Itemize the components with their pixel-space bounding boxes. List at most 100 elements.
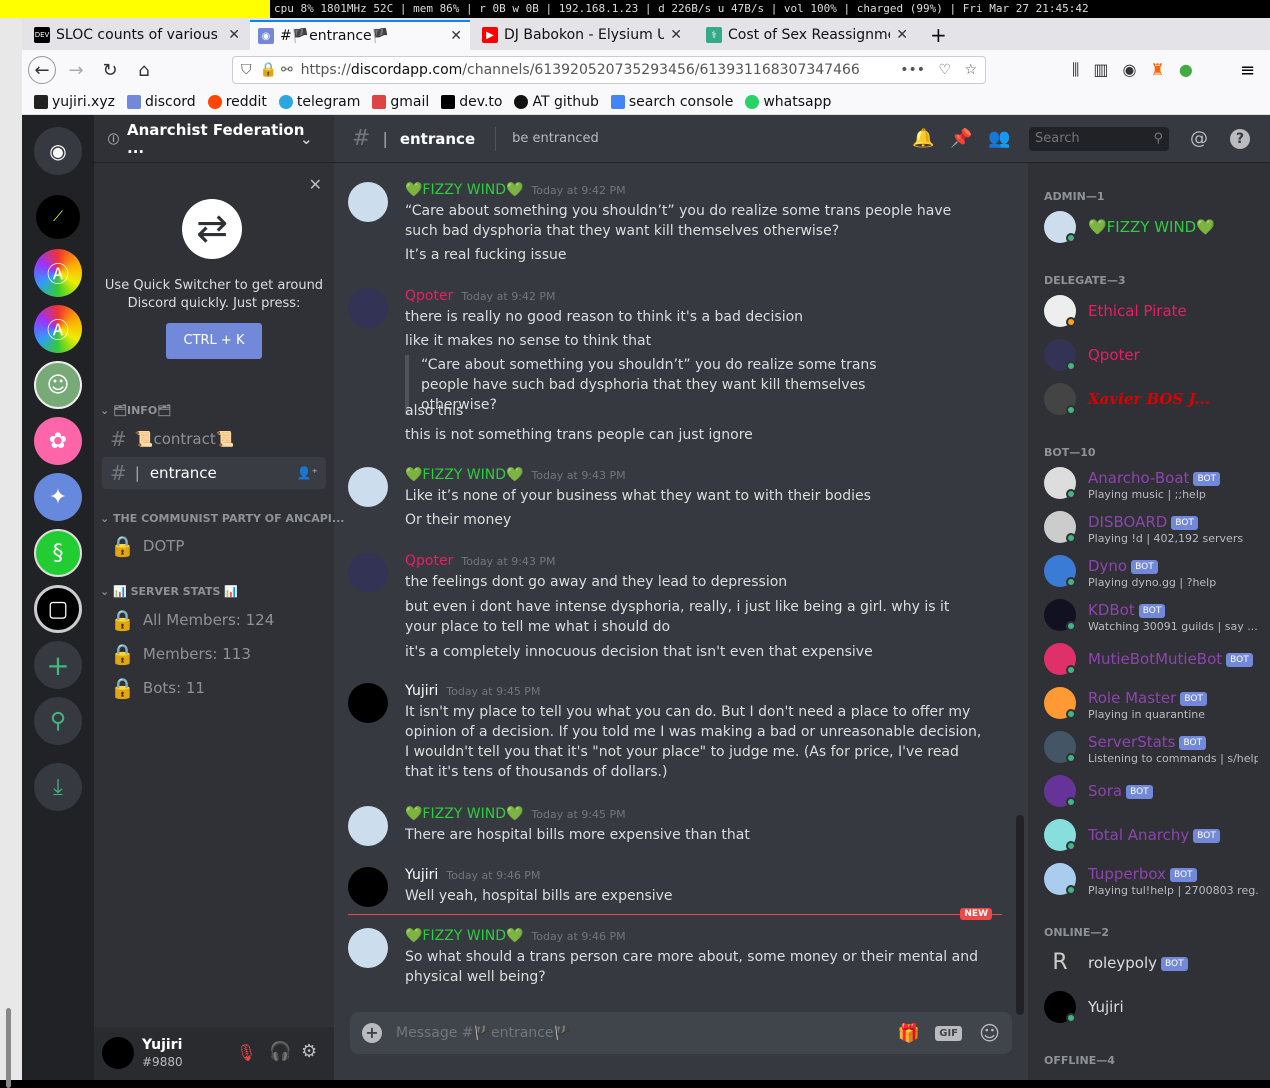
scroll-thumb[interactable] (6, 1008, 11, 1088)
channel-contract[interactable]: # 📜contract📜 (102, 423, 326, 455)
channel-all-members[interactable]: 🔒 All Members: 124 (102, 604, 326, 636)
author-name[interactable]: Qpoter (405, 553, 453, 569)
server-icon-s[interactable]: § (34, 529, 82, 577)
member-ethical-pirate[interactable]: Ethical Pirate (1044, 291, 1270, 331)
ctrl-k-button[interactable]: CTRL + K (166, 323, 262, 359)
message-input[interactable]: + Message #🏴entrance🏴 🎁 GIF ☺ (350, 1012, 1012, 1054)
emoji-icon[interactable]: ☺ (979, 1021, 1000, 1045)
member-yujiri[interactable]: Yujiri (1044, 987, 1270, 1027)
member-bot[interactable]: Total Anarchy BOT (1044, 815, 1270, 855)
forward-button[interactable]: → (62, 56, 90, 84)
server-icon-modification[interactable]: ✦ (34, 473, 82, 521)
channel-bots[interactable]: 🔒 Bots: 11 (102, 672, 326, 704)
server-icon-anarchy2[interactable]: Ⓐ (34, 305, 82, 353)
back-button[interactable]: ← (28, 56, 56, 84)
server-icon-dragon[interactable]: ☺ (34, 361, 82, 409)
avatar[interactable] (348, 806, 388, 846)
bookmark-whatsapp[interactable]: whatsapp (745, 94, 831, 110)
pin-icon[interactable]: 📌 (950, 128, 972, 149)
avatar[interactable] (348, 288, 388, 328)
server-icon-pink[interactable]: ✿ (34, 417, 82, 465)
account-icon[interactable]: ◉ (1123, 60, 1137, 80)
url-bar[interactable]: ⛉ 🔒 ⚯ https://discordapp.com/channels/61… (232, 56, 986, 84)
reload-button[interactable]: ↻ (96, 56, 124, 84)
bookmark-yujiri[interactable]: yujiri.xyz (34, 94, 115, 110)
bookmark-reddit[interactable]: reddit (207, 94, 267, 110)
mute-icon[interactable]: 🎙 (236, 1043, 256, 1062)
chat-scrollbar[interactable] (1016, 815, 1024, 1015)
avatar[interactable] (348, 867, 388, 907)
sidebar-icon[interactable]: ▥ (1093, 60, 1108, 80)
close-icon[interactable]: ✕ (450, 28, 462, 44)
bookmark-discord[interactable]: discord (126, 94, 196, 110)
author-name[interactable]: Yujiri (405, 867, 438, 883)
extension2-icon[interactable]: ● (1179, 60, 1193, 80)
member-bot[interactable]: MutieBotMutieBot BOT (1044, 639, 1270, 679)
bookmark-devto[interactable]: dev.to (441, 94, 502, 110)
add-server-icon[interactable]: + (34, 641, 82, 689)
download-icon[interactable]: ⤓ (34, 763, 82, 811)
server-icon-square[interactable]: ▢ (34, 585, 82, 633)
member-bot[interactable]: Dyno BOT Playing dyno.gg | ?help (1044, 551, 1270, 591)
member-bot[interactable]: Tupperbox BOT Playing tul!help | 2700803 r… (1044, 859, 1270, 899)
pocket-icon[interactable]: ♡ (938, 62, 951, 78)
member-bot[interactable]: KDBot BOT Watching 30091 guilds | say ... (1044, 595, 1270, 635)
search-icon[interactable]: ⚲ (34, 697, 82, 745)
author-name[interactable]: Yujiri (405, 683, 438, 699)
avatar[interactable] (102, 1037, 134, 1069)
close-icon[interactable]: ✕ (896, 27, 908, 43)
author-name[interactable]: 💚FIZZY WIND💚 (405, 182, 523, 198)
member-fizzy[interactable]: 💚FIZZY WIND💚 (1044, 207, 1270, 247)
member-bot[interactable]: DISBOARD BOT Playing !d | 402,192 servers (1044, 507, 1270, 547)
library-icon[interactable]: ⫼ (1072, 60, 1079, 80)
server-header[interactable]: ⓘ Anarchist Federation ... ⌄ (94, 115, 334, 163)
category-stats[interactable]: ⌄ 📊 SERVER STATS 📊 (100, 585, 238, 598)
bell-icon[interactable]: 🔔 (912, 128, 934, 149)
new-tab-button[interactable]: + (922, 20, 954, 50)
category-communist[interactable]: ⌄ THE COMMUNIST PARTY OF ANCAPI... (100, 512, 344, 525)
channel-dotp[interactable]: 🔒 DOTP (102, 530, 326, 562)
mention-icon[interactable]: @ (1190, 128, 1208, 149)
search-input[interactable]: Search ⚲ (1029, 127, 1169, 151)
help-icon[interactable]: ? (1230, 128, 1250, 149)
author-name[interactable]: Qpoter (405, 288, 453, 304)
avatar[interactable] (348, 467, 388, 507)
category-info[interactable]: ⌄ 🗂INFO🗂 (100, 404, 171, 417)
headphones-icon[interactable]: 🎧 (269, 1041, 291, 1062)
bookmark-search-console[interactable]: search console (610, 94, 733, 110)
avatar[interactable] (348, 553, 388, 593)
member-bot[interactable]: Role Master BOT Playing in quarantine (1044, 683, 1270, 723)
gif-icon[interactable]: GIF (935, 1025, 962, 1041)
discord-home-icon[interactable]: ◉ (34, 127, 82, 175)
server-icon-yujiri[interactable]: ⟋ (34, 193, 82, 241)
bookmark-gmail[interactable]: gmail (372, 94, 429, 110)
upload-icon[interactable]: + (362, 1023, 382, 1043)
extension-icon[interactable]: ♜ (1150, 60, 1164, 80)
member-bot[interactable]: Anarcho-Boat BOT Playing music | ;;help (1044, 463, 1270, 503)
star-icon[interactable]: ☆ (964, 62, 977, 78)
tab-entrance[interactable]: ◉ #🏴entrance🏴 ✕ (250, 20, 470, 50)
close-icon[interactable]: ✕ (228, 27, 240, 43)
avatar[interactable] (348, 683, 388, 723)
members-icon[interactable]: 👥 (988, 128, 1010, 149)
member-roleypoly[interactable]: Rroleypoly BOT (1044, 943, 1270, 983)
tab-sloc[interactable]: DEV SLOC counts of various p ✕ (26, 20, 248, 50)
bookmark-telegram[interactable]: telegram (278, 94, 360, 110)
member-qpoter[interactable]: Qpoter (1044, 335, 1270, 375)
home-button[interactable]: ⌂ (130, 56, 158, 84)
bookmark-github[interactable]: AT github (514, 94, 599, 110)
channel-entrance[interactable]: # | entrance 👤⁺ (102, 457, 326, 489)
member-bot[interactable]: ServerStats BOT Listening to commands | s/… (1044, 727, 1270, 767)
tab-youtube[interactable]: ▶ DJ Babokon - Elysium Un ✕ (474, 20, 690, 50)
server-icon-anarchist[interactable]: Ⓐ (34, 249, 82, 297)
close-icon[interactable]: ✕ (309, 175, 322, 194)
gift-icon[interactable]: 🎁 (898, 1023, 920, 1044)
author-name[interactable]: 💚FIZZY WIND💚 (405, 467, 523, 483)
member-xavier[interactable]: Xavier BOS J... (1044, 379, 1270, 419)
gear-icon[interactable]: ⚙ (301, 1041, 317, 1062)
author-name[interactable]: 💚FIZZY WIND💚 (405, 806, 523, 822)
avatar[interactable] (348, 928, 388, 968)
author-name[interactable]: 💚FIZZY WIND💚 (405, 928, 523, 944)
avatar[interactable] (348, 182, 388, 222)
channel-members[interactable]: 🔒 Members: 113 (102, 638, 326, 670)
